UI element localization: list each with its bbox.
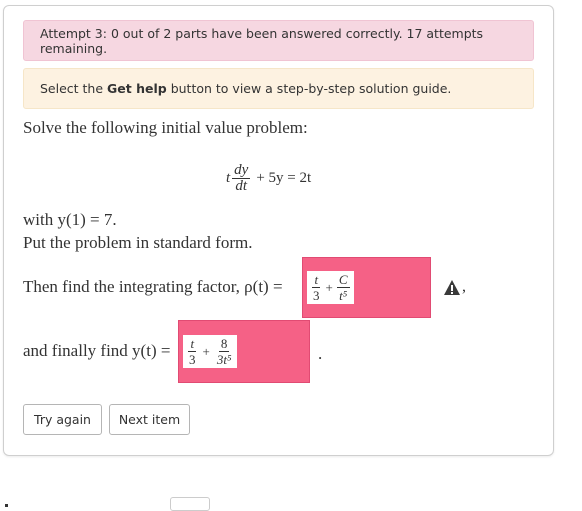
warning-icon[interactable] (443, 279, 461, 297)
try-again-button[interactable]: Try again (23, 404, 102, 435)
comma: , (462, 278, 466, 295)
sol-term2-num: 8 (218, 336, 230, 352)
get-help-label: Get help (107, 81, 167, 96)
eq-rest: + 5y = 2t (256, 169, 312, 186)
solution-prompt: and finally find y(t) = (23, 341, 171, 360)
help-prefix: Select the (40, 81, 108, 96)
sol-term2: 8 3t⁵ (215, 336, 234, 367)
differential-equation: t dy dt + 5y = 2t (226, 160, 311, 196)
if-term1-num: t (312, 272, 321, 288)
if-term1-den: 3 (313, 288, 320, 303)
initial-condition: with y(1) = 7. (23, 210, 117, 229)
sol-plus: + (202, 343, 210, 359)
attempt-alert: Attempt 3: 0 out of 2 parts have been an… (23, 20, 534, 61)
if-term2: C t⁵ (336, 272, 350, 303)
sol-term1-num: t (188, 336, 197, 352)
help-alert: Select the Get help button to view a ste… (23, 68, 534, 109)
help-suffix: button to view a step-by-step solution g… (166, 81, 452, 96)
sol-term1: t 3 (187, 336, 198, 367)
eq-derivative-num: dy (232, 161, 251, 179)
eq-derivative: dy dt (232, 161, 251, 194)
if-term2-den: t⁵ (339, 288, 348, 303)
eq-derivative-den: dt (235, 177, 248, 194)
attempt-text: Attempt 3: 0 out of 2 parts have been an… (40, 25, 484, 56)
if-plus: + (325, 279, 333, 295)
sol-term1-den: 3 (189, 352, 196, 367)
problem-prompt: Solve the following initial value proble… (23, 118, 308, 137)
solution-answer[interactable]: t 3 + 8 3t⁵ (178, 320, 310, 383)
next-item-button[interactable]: Next item (109, 404, 190, 435)
if-term2-num: C (336, 272, 350, 288)
integrating-factor-answer[interactable]: t 3 + C t⁵ (302, 257, 431, 318)
sol-term2-den: 3t⁵ (216, 352, 232, 367)
period: . (318, 344, 323, 363)
integrating-factor-prompt: Then find the integrating factor, ρ(t) = (23, 277, 283, 296)
eq-t: t (226, 169, 231, 186)
partial-control[interactable] (170, 497, 210, 511)
if-term1: t 3 (311, 272, 322, 303)
standard-form-instruction: Put the problem in standard form. (23, 233, 253, 252)
